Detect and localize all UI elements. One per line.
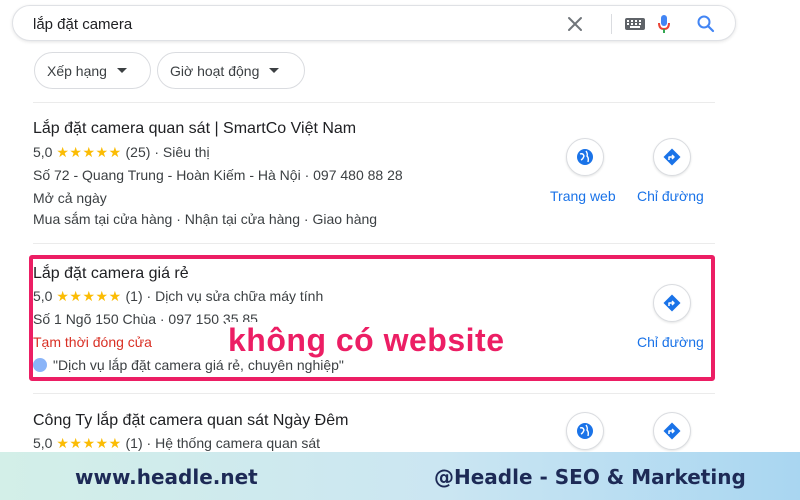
filter-rating-label: Xếp hạng bbox=[47, 62, 107, 79]
caret-down-icon bbox=[116, 68, 127, 73]
directions-button[interactable] bbox=[653, 412, 691, 450]
filter-rating-chip[interactable]: Xếp hạng bbox=[34, 52, 151, 89]
rating-value: 5,0 bbox=[33, 144, 53, 160]
website-button[interactable] bbox=[566, 412, 604, 450]
search-divider bbox=[611, 14, 612, 34]
directions-icon bbox=[663, 148, 681, 166]
result-1-services: Mua sắm tại cửa hàng · Nhận tại cửa hàng… bbox=[33, 211, 378, 227]
footer-website: www.headle.net bbox=[75, 465, 258, 489]
footer-banner: www.headle.net @Headle - SEO & Marketing bbox=[0, 452, 800, 500]
annotation-text: không có website bbox=[226, 322, 507, 359]
star-rating-icon: ★★★★★ bbox=[56, 144, 122, 160]
rating-value: 5,0 bbox=[33, 435, 53, 451]
result-3-title[interactable]: Công Ty lắp đặt camera quan sát Ngày Đêm bbox=[33, 412, 348, 430]
globe-icon bbox=[577, 423, 593, 439]
mic-icon[interactable] bbox=[654, 14, 674, 34]
divider bbox=[33, 393, 715, 394]
category: · Siêu thị bbox=[154, 144, 210, 160]
divider bbox=[33, 102, 715, 103]
website-button[interactable] bbox=[566, 138, 604, 176]
search-input[interactable] bbox=[33, 14, 533, 34]
search-icon[interactable] bbox=[696, 14, 716, 34]
globe-icon bbox=[577, 149, 593, 165]
footer-brand: @Headle - SEO & Marketing bbox=[434, 465, 746, 489]
highlight-box bbox=[29, 255, 715, 381]
result-1-hours: Mở cả ngày bbox=[33, 190, 107, 206]
result-3-rating-line: 5,0 ★★★★★ (1) · Hệ thống camera quan sát bbox=[33, 435, 320, 452]
category: · Hệ thống camera quan sát bbox=[146, 435, 321, 451]
result-1-rating-line: 5,0 ★★★★★ (25) · Siêu thị bbox=[33, 144, 210, 161]
keyboard-icon[interactable] bbox=[623, 14, 647, 34]
directions-icon bbox=[663, 422, 681, 440]
close-icon[interactable] bbox=[565, 14, 585, 34]
directions-button-label[interactable]: Chỉ đường bbox=[637, 188, 704, 204]
divider bbox=[33, 243, 715, 244]
review-count[interactable]: (1) bbox=[126, 435, 143, 451]
filter-hours-chip[interactable]: Giờ hoạt động bbox=[157, 52, 305, 89]
filter-hours-label: Giờ hoạt động bbox=[170, 62, 260, 79]
star-rating-icon: ★★★★★ bbox=[56, 435, 122, 451]
caret-down-icon bbox=[269, 68, 280, 73]
review-count[interactable]: (25) bbox=[126, 144, 151, 160]
result-1-title[interactable]: Lắp đặt camera quan sát | SmartCo Việt N… bbox=[33, 120, 356, 138]
result-1-address: Số 72 - Quang Trung - Hoàn Kiếm - Hà Nội… bbox=[33, 167, 403, 183]
search-bar bbox=[12, 5, 736, 41]
directions-button[interactable] bbox=[653, 138, 691, 176]
website-button-label[interactable]: Trang web bbox=[550, 188, 616, 204]
